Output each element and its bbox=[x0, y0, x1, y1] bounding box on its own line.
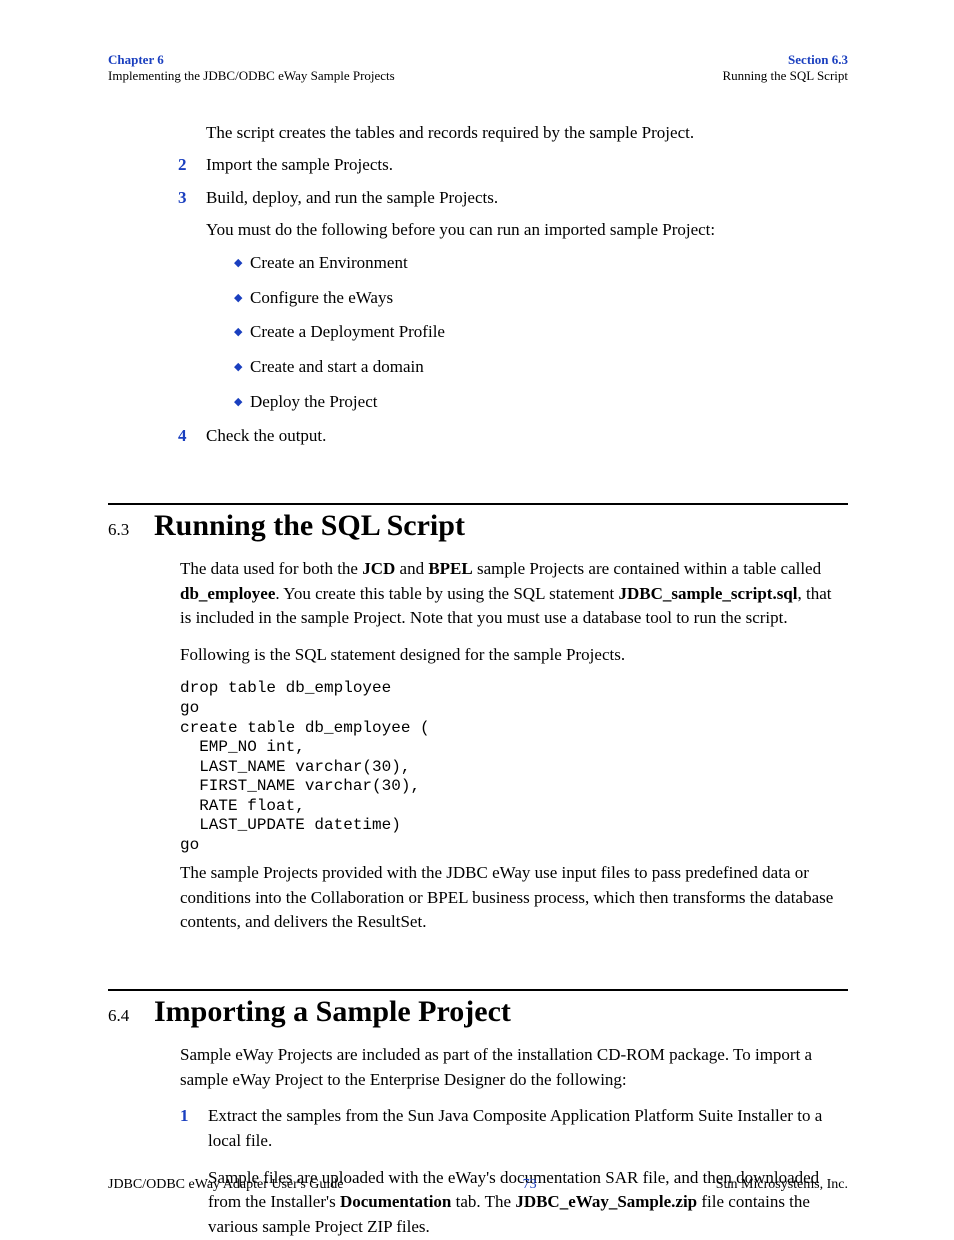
bold-db-employee: db_employee bbox=[180, 584, 275, 603]
step-number: 1 bbox=[180, 1104, 208, 1239]
sec64-step1-line1: Extract the samples from the Sun Java Co… bbox=[208, 1104, 840, 1153]
page-number: 73 bbox=[523, 1177, 537, 1193]
sql-code-block: drop table db_employee go create table d… bbox=[180, 679, 840, 855]
bullet-text: Create an Environment bbox=[250, 251, 408, 276]
step-4: 4 Check the output. bbox=[178, 424, 848, 449]
step-number: 2 bbox=[178, 153, 206, 178]
step-3: 3 Build, deploy, and run the sample Proj… bbox=[178, 186, 848, 243]
step-2: 2 Import the sample Projects. bbox=[178, 153, 848, 178]
section-6-3-heading: 6.3 Running the SQL Script bbox=[108, 503, 848, 543]
bullet-item: ◆Configure the eWays bbox=[234, 286, 848, 311]
sec64-step-1: 1 Extract the samples from the Sun Java … bbox=[180, 1104, 840, 1239]
section-label: Section 6.3 bbox=[722, 52, 848, 68]
page-header: Chapter 6 Implementing the JDBC/ODBC eWa… bbox=[108, 52, 848, 85]
step-3-line1: Build, deploy, and run the sample Projec… bbox=[206, 186, 848, 211]
content: The script creates the tables and record… bbox=[108, 121, 848, 1240]
bullet-item: ◆Create an Environment bbox=[234, 251, 848, 276]
step-text: Extract the samples from the Sun Java Co… bbox=[208, 1104, 840, 1239]
text-run: sample Projects are contained within a t… bbox=[473, 559, 821, 578]
bullet-item: ◆Create and start a domain bbox=[234, 355, 848, 380]
section-number: 6.3 bbox=[108, 512, 154, 540]
sec63-p3: The sample Projects provided with the JD… bbox=[180, 861, 840, 935]
header-left: Chapter 6 Implementing the JDBC/ODBC eWa… bbox=[108, 52, 395, 85]
bullet-item: ◆Create a Deployment Profile bbox=[234, 320, 848, 345]
page-footer: JDBC/ODBC eWay Adapter User's Guide 73 S… bbox=[108, 1177, 848, 1193]
section-6-4-heading: 6.4 Importing a Sample Project bbox=[108, 989, 848, 1029]
text-run: . You create this table by using the SQL… bbox=[275, 584, 618, 603]
bullet-text: Create and start a domain bbox=[250, 355, 424, 380]
bold-documentation: Documentation bbox=[340, 1192, 451, 1211]
step-text: Build, deploy, and run the sample Projec… bbox=[206, 186, 848, 243]
bold-zip-name: JDBC_eWay_Sample.zip bbox=[515, 1192, 697, 1211]
diamond-icon: ◆ bbox=[234, 355, 250, 380]
section-title: Running the SQL Script bbox=[154, 509, 465, 543]
text-run: tab. The bbox=[451, 1192, 515, 1211]
sec63-p1: The data used for both the JCD and BPEL … bbox=[180, 557, 840, 631]
step-text: Check the output. bbox=[206, 424, 848, 449]
footer-right: Sun Microsystems, Inc. bbox=[716, 1177, 848, 1193]
section-title: Importing a Sample Project bbox=[154, 995, 511, 1029]
step-number: 4 bbox=[178, 424, 206, 449]
section-subtitle: Running the SQL Script bbox=[722, 68, 848, 84]
text-run: The data used for both the bbox=[180, 559, 362, 578]
section-6-3-body: The data used for both the JCD and BPEL … bbox=[180, 557, 840, 935]
bullet-text: Deploy the Project bbox=[250, 390, 377, 415]
sec63-p2: Following is the SQL statement designed … bbox=[180, 643, 840, 668]
step-text: Import the sample Projects. bbox=[206, 153, 848, 178]
bullet-text: Create a Deployment Profile bbox=[250, 320, 445, 345]
step-3-line2: You must do the following before you can… bbox=[206, 218, 848, 243]
text-run: and bbox=[395, 559, 428, 578]
bullet-text: Configure the eWays bbox=[250, 286, 393, 311]
section-number: 6.4 bbox=[108, 998, 154, 1026]
footer-left: JDBC/ODBC eWay Adapter User's Guide bbox=[108, 1177, 343, 1193]
page: Chapter 6 Implementing the JDBC/ODBC eWa… bbox=[0, 0, 954, 1235]
diamond-icon: ◆ bbox=[234, 286, 250, 311]
sec64-p1: Sample eWay Projects are included as par… bbox=[180, 1043, 840, 1092]
chapter-subtitle: Implementing the JDBC/ODBC eWay Sample P… bbox=[108, 68, 395, 84]
bold-jcd: JCD bbox=[362, 559, 395, 578]
section-6-4-body: Sample eWay Projects are included as par… bbox=[180, 1043, 840, 1239]
diamond-icon: ◆ bbox=[234, 390, 250, 415]
bold-bpel: BPEL bbox=[428, 559, 472, 578]
intro-paragraph: The script creates the tables and record… bbox=[206, 121, 840, 146]
bold-script-name: JDBC_sample_script.sql bbox=[619, 584, 798, 603]
bullet-item: ◆Deploy the Project bbox=[234, 390, 848, 415]
step-number: 3 bbox=[178, 186, 206, 243]
sub-bullet-list: ◆Create an Environment ◆Configure the eW… bbox=[108, 251, 848, 414]
header-right: Section 6.3 Running the SQL Script bbox=[722, 52, 848, 85]
diamond-icon: ◆ bbox=[234, 251, 250, 276]
chapter-label: Chapter 6 bbox=[108, 52, 395, 68]
diamond-icon: ◆ bbox=[234, 320, 250, 345]
